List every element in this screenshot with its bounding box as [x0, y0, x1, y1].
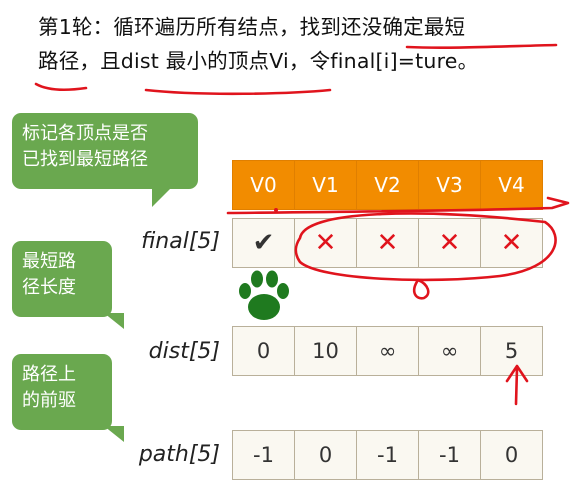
row-label-final: final[5] [141, 229, 220, 254]
path-cell: -1 [418, 430, 481, 480]
dist-cell: ∞ [356, 326, 419, 376]
path-cell: 0 [480, 430, 543, 480]
dist-cell: ∞ [418, 326, 481, 376]
underline-2 [34, 82, 88, 92]
callout-final-line-1: 标记各顶点是否 [22, 123, 148, 144]
header-cell: V2 [356, 160, 419, 210]
callout-final: 标记各顶点是否 已找到最短路径 [12, 113, 198, 207]
callout-dist-line-1: 最短路 [22, 251, 76, 272]
header-cell: V0 [232, 160, 295, 210]
header-cell: V4 [480, 160, 543, 210]
final-cell-cross-icon: ✕ [418, 218, 481, 268]
callout-path: 路径上 的前驱 [12, 354, 124, 442]
header-cell: V3 [418, 160, 481, 210]
callout-path-line-1: 路径上 [22, 364, 76, 385]
final-cell-cross-icon: ✕ [294, 218, 357, 268]
final-cell-cross-icon: ✕ [480, 218, 543, 268]
header-cell: V1 [294, 160, 357, 210]
path-cell: -1 [356, 430, 419, 480]
header-row: V0 V1 V2 V3 V4 [232, 160, 543, 210]
row-label-dist: dist[5] [148, 339, 220, 364]
heading: 第1轮：循环遍历所有结点，找到还没确定最短 路径，且dist 最小的顶点Vi，令… [38, 10, 568, 78]
dist-row: 0 10 ∞ ∞ 5 [232, 326, 543, 376]
final-row: ✔ ✕ ✕ ✕ ✕ [232, 218, 543, 268]
dist-cell: 5 [480, 326, 543, 376]
heading-line-1: 第1轮：循环遍历所有结点，找到还没确定最短 [38, 15, 466, 39]
path-row: -1 0 -1 -1 0 [232, 430, 543, 480]
callout-final-line-2: 已找到最短路径 [22, 149, 148, 170]
heading-line-2: 路径，且dist 最小的顶点Vi，令final[i]=ture。 [38, 49, 479, 73]
dist-cell: 10 [294, 326, 357, 376]
path-cell: -1 [232, 430, 295, 480]
callout-dist-line-2: 径长度 [22, 277, 76, 298]
row-label-path: path[5] [138, 442, 220, 467]
underline-3 [144, 88, 332, 96]
callout-path-line-2: 的前驱 [22, 390, 76, 411]
dist-cell: 0 [232, 326, 295, 376]
path-cell: 0 [294, 430, 357, 480]
callout-dist: 最短路 径长度 [12, 241, 124, 329]
final-cell-cross-icon: ✕ [356, 218, 419, 268]
paw-icon [239, 270, 289, 320]
final-cell-check-icon: ✔ [232, 218, 295, 268]
ellipse-tail-loop [412, 278, 430, 300]
